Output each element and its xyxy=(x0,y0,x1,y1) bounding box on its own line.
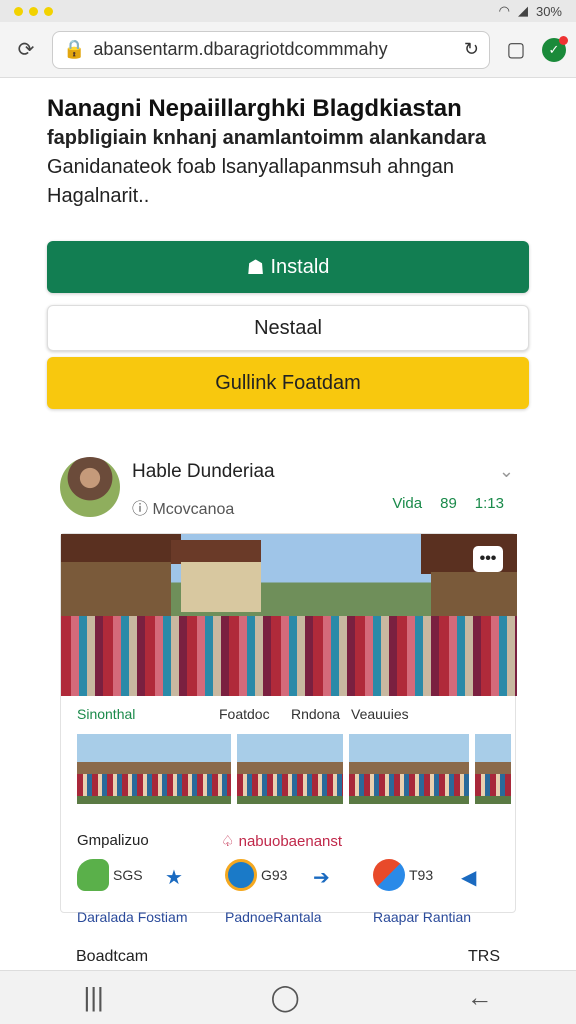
thumbnail[interactable] xyxy=(475,734,511,804)
section-badge-text: nabuobaenanst xyxy=(238,833,343,850)
status-bar: ◠ ◢ 30% xyxy=(0,0,576,22)
app-icon xyxy=(225,859,257,891)
app-name: PadnoeRantala xyxy=(225,909,322,925)
notification-dot xyxy=(29,6,38,16)
battery-level: 30% xyxy=(535,3,562,19)
house xyxy=(61,562,171,622)
event-photo[interactable]: ••• xyxy=(61,534,517,696)
card-body: ••• Sinonthal Foatdoc Rndona Veauuies Gm… xyxy=(60,533,517,925)
photo-label: Veauuies xyxy=(351,706,409,722)
app-name: Daralada Fostiam xyxy=(77,909,188,925)
avatar[interactable] xyxy=(60,457,120,517)
house-roof xyxy=(171,540,261,564)
thumbnail[interactable] xyxy=(77,734,231,804)
page-description: Ganidanateok foab lsanyallapanmsuh ahnga… xyxy=(47,156,454,178)
lock-icon: 🔒 xyxy=(63,39,86,59)
notification-dot xyxy=(14,6,23,16)
status-dots xyxy=(14,6,53,16)
crowd xyxy=(61,616,517,696)
bottom-label-left: Boadtcam xyxy=(76,948,149,965)
chevron-down-icon[interactable]: ⌄ xyxy=(499,461,514,482)
bottom-label-right: TRS xyxy=(468,948,500,965)
secondary-button[interactable]: Nestaal xyxy=(47,305,529,351)
app-value: T93 xyxy=(409,867,434,883)
download-icon: ☗ xyxy=(246,256,265,279)
meta-item: Vida xyxy=(392,495,423,512)
tag-icon: ♤ xyxy=(221,833,239,850)
app-item[interactable]: G93 ➔ PadnoeRantala xyxy=(225,859,373,939)
section-badge: ♤ nabuobaenanst xyxy=(221,832,342,850)
star-icon[interactable]: ★ xyxy=(165,865,183,890)
speaker-icon[interactable]: ◀ xyxy=(461,865,476,890)
photo-label: Foatdoc xyxy=(219,706,270,722)
page-subline: fapbligiain knhanj anamlantoimm alankand… xyxy=(47,127,486,149)
recents-icon[interactable]: ||| xyxy=(83,982,103,1013)
url-text: abansentarm.dbaragriotdcommmahy xyxy=(93,39,388,59)
notification-dot xyxy=(44,6,53,16)
browser-toolbar: ⟳ 🔒 abansentarm.dbaragriotdcommmahy ↻ ▢ … xyxy=(0,22,576,78)
page-description-end: Hagalnarit.. xyxy=(47,185,150,207)
bottom-strip: Boadtcam TRS xyxy=(76,948,500,966)
shield-icon[interactable]: ✓ xyxy=(542,35,568,62)
home-icon[interactable]: ◯ xyxy=(271,982,300,1013)
card-meta: Vida 89 1:13 xyxy=(392,495,504,512)
install-button[interactable]: ☗ Instald xyxy=(47,241,529,293)
signal-icon: ◢ xyxy=(517,3,528,18)
back-icon[interactable]: ⟳ xyxy=(10,34,42,66)
app-icon xyxy=(77,859,109,891)
app-icon xyxy=(373,859,405,891)
wifi-icon: ◠ xyxy=(498,3,510,18)
section-title: Gmpalizuo xyxy=(77,832,149,849)
house xyxy=(181,562,261,612)
install-label: Instald xyxy=(270,255,330,278)
thumbnail-row xyxy=(77,734,511,804)
app-item[interactable]: T93 ◀ Raapar Rantian xyxy=(373,859,521,939)
page-content: Nanagni Nepaiillarghki Blagdkiastan fapb… xyxy=(0,78,576,409)
arrow-right-icon[interactable]: ➔ xyxy=(313,865,330,890)
page-headline: Nanagni Nepaiillarghki Blagdkiastan xyxy=(47,95,462,122)
app-name: Raapar Rantian xyxy=(373,909,472,925)
more-options-icon[interactable]: ••• xyxy=(473,546,503,572)
refresh-icon[interactable]: ↻ xyxy=(464,39,479,60)
photo-labels: Sinonthal Foatdoc Rndona Veauuies xyxy=(77,706,515,722)
card-subtitle: ⓘ Mcovcanoa xyxy=(132,495,234,519)
system-navbar: ||| ◯ ← xyxy=(0,970,576,1024)
yellow-button[interactable]: Gullink Foatdam xyxy=(47,357,529,409)
photo-label: Rndona xyxy=(291,706,341,722)
app-list: SGS ★ Daralada Fostiam G93 ➔ PadnoeRanta… xyxy=(77,859,521,939)
post-card: Hable Dunderiaa ⓘ Mcovcanoa Vida 89 1:13… xyxy=(60,457,517,925)
address-bar[interactable]: 🔒 abansentarm.dbaragriotdcommmahy ↻ xyxy=(52,30,490,69)
back-arrow-icon[interactable]: ← xyxy=(467,982,493,1013)
status-icons: ◠ ◢ 30% xyxy=(499,3,562,19)
photo-label: Sinonthal xyxy=(77,706,136,722)
info-icon: ⓘ xyxy=(132,501,153,518)
thumbnail[interactable] xyxy=(237,734,343,804)
app-value: G93 xyxy=(261,867,288,883)
tabs-icon[interactable]: ▢ xyxy=(500,34,532,66)
card-title[interactable]: Hable Dunderiaa xyxy=(132,461,275,483)
meta-item: 89 xyxy=(440,495,457,512)
house-roof xyxy=(61,534,181,564)
app-item[interactable]: SGS ★ Daralada Fostiam xyxy=(77,859,225,939)
thumbnail[interactable] xyxy=(349,734,469,804)
app-value: SGS xyxy=(113,867,143,883)
card-subtitle-text: Mcovcanoa xyxy=(152,501,235,518)
card-header: Hable Dunderiaa ⓘ Mcovcanoa Vida 89 1:13… xyxy=(60,457,516,533)
house xyxy=(431,572,517,622)
meta-item: 1:13 xyxy=(474,495,504,512)
